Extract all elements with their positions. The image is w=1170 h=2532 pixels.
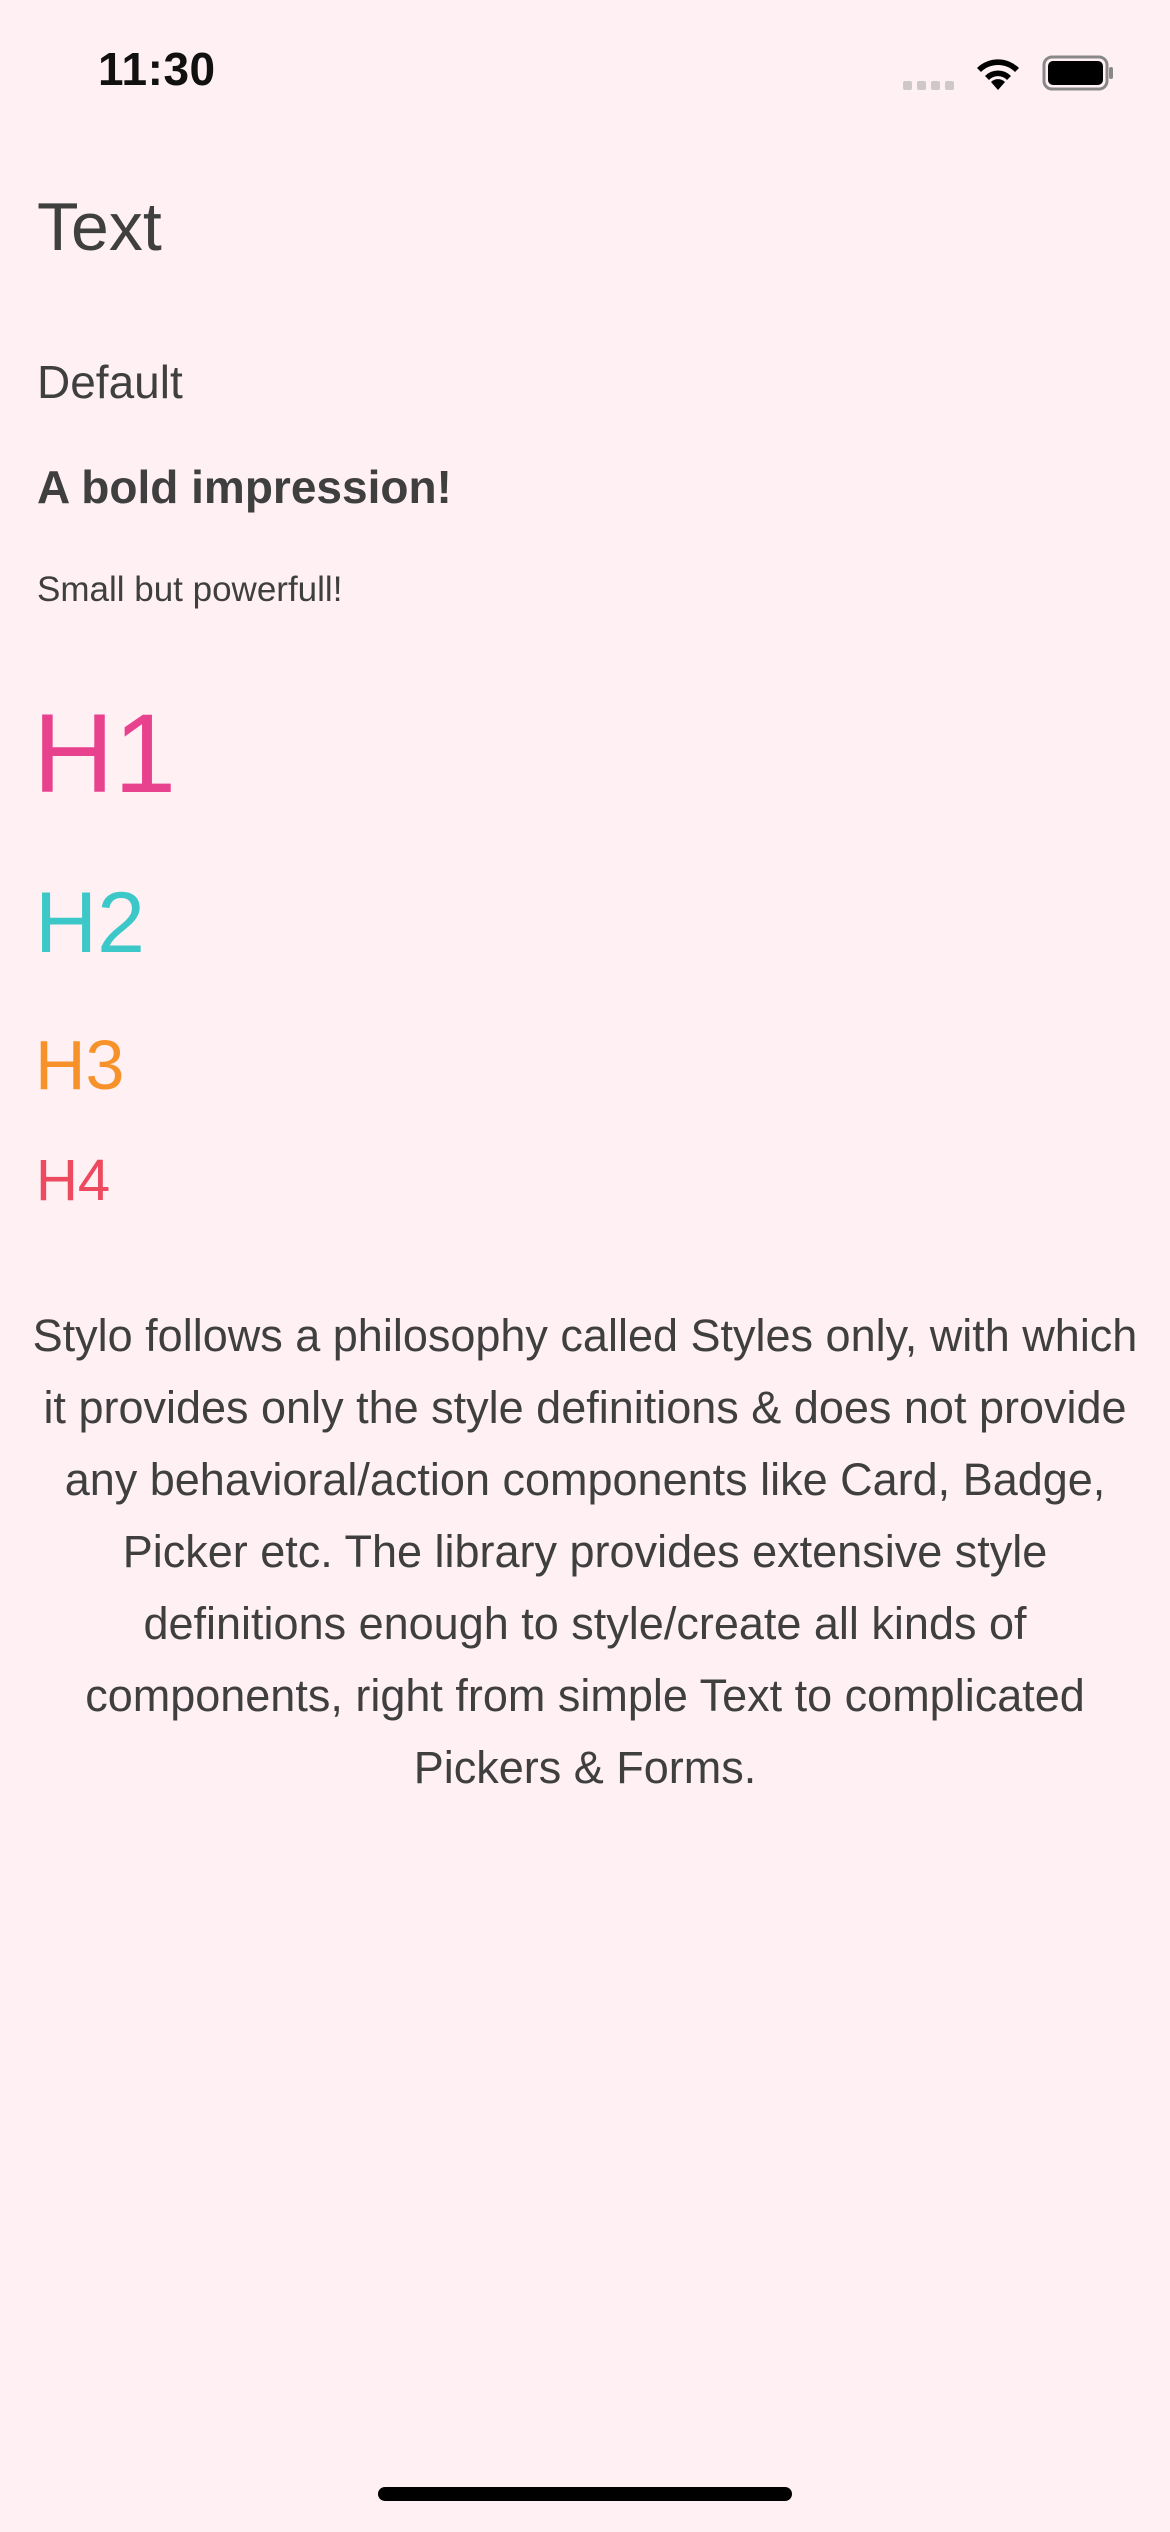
cellular-signal-icon [903, 56, 954, 90]
heading-h4: H4 [36, 1148, 111, 1213]
description-paragraph: Stylo follows a philosophy called Styles… [32, 1310, 1138, 1793]
status-icons [903, 54, 1116, 92]
heading-h3: H3 [35, 1026, 125, 1104]
battery-icon [1042, 54, 1116, 92]
heading-h2: H2 [35, 875, 145, 971]
wifi-icon [972, 54, 1024, 92]
home-indicator[interactable] [378, 2487, 792, 2501]
heading-h1: H1 [33, 691, 177, 816]
status-time: 11:30 [98, 43, 216, 95]
small-text: Small but powerfull! [37, 570, 343, 609]
page-title: Text [37, 189, 162, 265]
status-bar: 11:30 [0, 0, 1170, 140]
bold-text: A bold impression! [37, 461, 452, 513]
default-text: Default [37, 356, 183, 408]
